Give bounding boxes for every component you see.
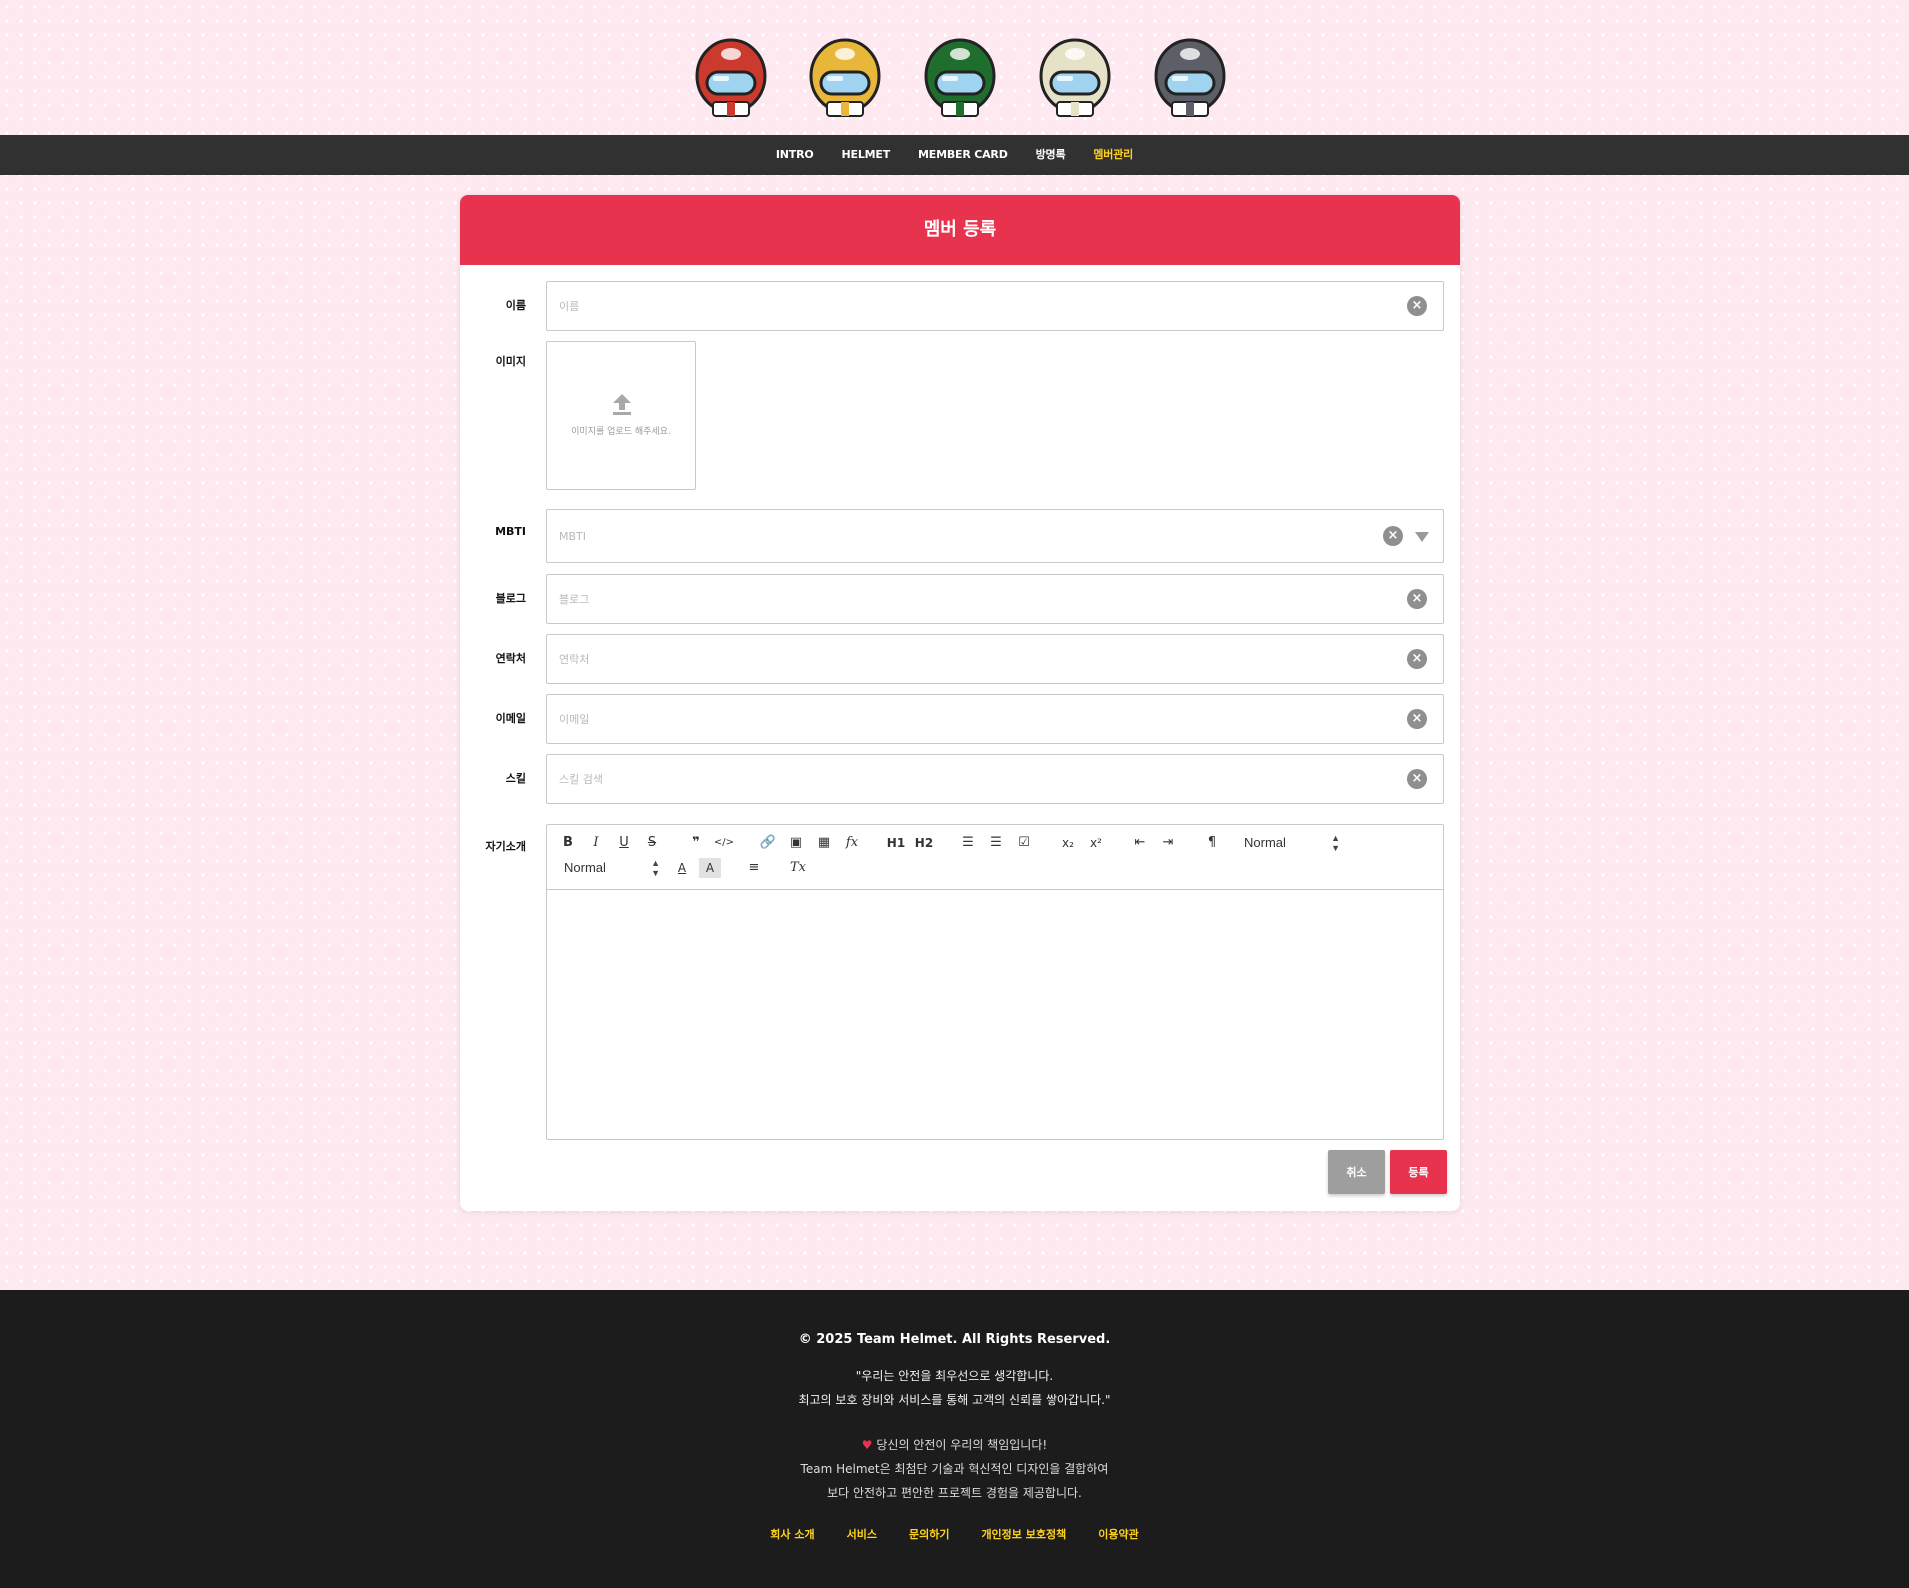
editor-content-area[interactable] [547,890,1443,1139]
image-icon[interactable]: ▣ [785,833,807,853]
blog-input[interactable] [559,575,1379,623]
underline-icon[interactable]: U [613,833,635,853]
promo-line-3: 보다 안전하고 편안한 프로젝트 경험을 제공합니다. [827,1486,1082,1500]
footer-links: 회사 소개 서비스 문의하기 개인정보 보호정책 이용약관 [0,1526,1909,1542]
upload-hint: 이미지를 업로드 해주세요. [571,427,671,437]
text-direction-icon[interactable]: ¶ [1201,833,1223,853]
quote-line-2: 최고의 보호 장비와 서비스를 통해 고객의 신뢰를 쌓아갑니다." [798,1393,1111,1407]
contact-input[interactable] [559,635,1379,683]
red-helmet-icon[interactable] [691,36,771,122]
name-input[interactable] [559,282,1379,330]
email-label: 이메일 [495,712,526,725]
outdent-icon[interactable]: ⇤ [1129,833,1151,853]
image-label: 이미지 [495,355,526,368]
promo-line-1: 당신의 안전이 우리의 책임입니다! [876,1438,1048,1452]
indent-icon[interactable]: ⇥ [1157,833,1179,853]
green-helmet-icon[interactable] [920,36,1000,122]
action-buttons: 취소 등록 [460,1150,1460,1194]
helmet-banner [0,36,1909,124]
footer-link-terms[interactable]: 이용약관 [1098,1526,1138,1542]
footer-link-service[interactable]: 서비스 [847,1526,877,1542]
clear-icon[interactable]: × [1407,296,1427,316]
blockquote-icon[interactable]: ❞ [685,833,707,853]
member-register-card: 멤버 등록 이름 × 이미지 이미지를 업로드 해주세요. MBTI × 블로그 [460,195,1460,1211]
header-select-value: Normal [1244,835,1286,850]
image-upload-box[interactable]: 이미지를 업로드 해주세요. [546,341,696,490]
quote-line-1: "우리는 안전을 최우선으로 생각합니다. [855,1369,1054,1383]
footer-link-privacy[interactable]: 개인정보 보호정책 [981,1526,1066,1542]
size-select[interactable]: Normal ▲ ▼ [564,858,664,878]
clear-icon[interactable]: × [1407,709,1427,729]
check-list-icon[interactable]: ☑ [1013,833,1035,853]
blog-field: × [546,574,1444,624]
bullet-list-icon[interactable]: ☰ [985,833,1007,853]
header-select[interactable]: Normal ▲ ▼ [1244,833,1344,853]
subscript-icon[interactable]: x₂ [1057,833,1079,853]
strike-icon[interactable]: S [641,833,663,853]
card-title: 멤버 등록 [460,195,1460,265]
contact-label: 연락처 [495,652,526,665]
footer-quote: "우리는 안전을 최우선으로 생각합니다. 최고의 보호 장비와 서비스를 통해… [0,1364,1909,1412]
size-select-value: Normal [564,860,606,875]
yellow-helmet-icon[interactable] [805,36,885,122]
skill-field: × [546,754,1444,804]
clear-icon[interactable]: × [1383,526,1403,546]
blog-label: 블로그 [495,592,526,605]
promo-line-1-wrap: ♥ 당신의 안전이 우리의 책임입니다! [0,1433,1909,1457]
formula-icon[interactable]: fx [841,833,863,853]
gray-helmet-icon[interactable] [1150,36,1230,122]
clear-icon[interactable]: × [1407,649,1427,669]
copyright: © 2025 Team Helmet. All Rights Reserved. [798,1332,1111,1347]
mbti-select[interactable]: × [546,509,1444,563]
nav-member-card[interactable]: MEMBER CARD [918,135,1008,175]
site-header [0,0,1909,135]
cream-helmet-icon[interactable] [1035,36,1115,122]
footer-promo: ♥ 당신의 안전이 우리의 책임입니다! Team Helmet은 최첨단 기술… [0,1433,1909,1505]
promo-line-2: Team Helmet은 최첨단 기술과 혁신적인 디자인을 결합하여 [800,1462,1109,1476]
footer-link-about[interactable]: 회사 소개 [770,1526,814,1542]
text-color-icon[interactable]: A [671,858,693,878]
nav-intro[interactable]: INTRO [776,135,814,175]
nav-guestbook[interactable]: 방명록 [1036,135,1066,175]
skill-label: 스킬 [505,772,526,785]
heart-icon: ♥ [861,1438,873,1452]
submit-button[interactable]: 등록 [1390,1150,1447,1194]
nav-member-management[interactable]: 멤버관리 [1093,135,1133,175]
clear-icon[interactable]: × [1407,769,1427,789]
cancel-button[interactable]: 취소 [1328,1150,1385,1194]
code-block-icon[interactable]: </> [713,833,735,853]
dropdown-icon[interactable] [1415,532,1429,542]
header-2-icon[interactable]: H2 [913,833,935,853]
name-field: × [546,281,1444,331]
video-icon[interactable]: ▦ [813,833,835,853]
footer-link-contact[interactable]: 문의하기 [909,1526,949,1542]
skill-search-input[interactable] [559,755,1379,803]
rich-text-editor: B I U S ❞ </> 🔗 ▣ ▦ fx H1 H2 ☰ ☰ ☑ x₂ x²… [546,824,1444,1140]
site-footer: © 2025 Team Helmet. All Rights Reserved.… [0,1290,1909,1588]
clear-format-icon[interactable]: Tx [787,858,809,878]
email-input[interactable] [559,695,1379,743]
select-arrows-icon: ▲ ▼ [651,858,660,878]
italic-icon[interactable]: I [585,833,607,853]
name-label: 이름 [505,299,526,312]
upload-icon [613,394,631,415]
email-field: × [546,694,1444,744]
align-icon[interactable]: ≡ [743,858,765,878]
mbti-label: MBTI [495,525,526,538]
superscript-icon[interactable]: x² [1085,833,1107,853]
ordered-list-icon[interactable]: ☰ [957,833,979,853]
header-1-icon[interactable]: H1 [885,833,907,853]
select-arrows-icon: ▲ ▼ [1331,833,1340,853]
link-icon[interactable]: 🔗 [757,833,779,853]
editor-toolbar: B I U S ❞ </> 🔗 ▣ ▦ fx H1 H2 ☰ ☰ ☑ x₂ x²… [547,825,1443,890]
clear-icon[interactable]: × [1407,589,1427,609]
mbti-input[interactable] [559,510,1379,562]
background-color-icon[interactable]: A [699,858,721,878]
intro-label: 자기소개 [485,840,526,853]
contact-field: × [546,634,1444,684]
nav-helmet[interactable]: HELMET [842,135,891,175]
main-nav: INTRO HELMET MEMBER CARD 방명록 멤버관리 [0,135,1909,175]
bold-icon[interactable]: B [557,833,579,853]
